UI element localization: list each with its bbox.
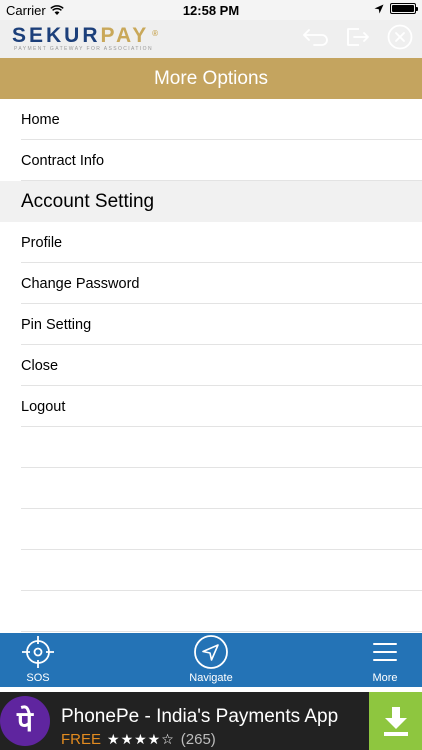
empty-list-row	[0, 509, 422, 550]
phonepe-logo-glyph: पे	[17, 706, 33, 737]
tab-label: More	[372, 672, 398, 684]
menu-item-profile[interactable]: Profile	[0, 222, 422, 263]
section-header-label: Account Setting	[21, 190, 155, 212]
status-time: 12:58 PM	[182, 3, 240, 18]
section-header-account-setting: Account Setting	[0, 181, 422, 222]
battery-icon	[390, 3, 418, 14]
tab-navigate[interactable]: Navigate	[178, 633, 244, 687]
registered-mark: ®	[152, 29, 161, 38]
page-title: More Options	[153, 67, 269, 89]
location-arrow-icon	[374, 4, 384, 13]
menu-item-label: Change Password	[21, 275, 140, 292]
menu-item-label: Home	[21, 111, 60, 128]
battery-fill	[392, 5, 414, 12]
menu-item-label: Logout	[21, 398, 66, 415]
hamburger-menu-icon	[373, 643, 397, 661]
options-menu: Home Contract Info Account Setting Profi…	[0, 99, 422, 632]
empty-list-row	[0, 550, 422, 591]
empty-list-row	[0, 591, 422, 632]
sekurpay-logo: SEKURPAY ® PAYMENT GATEWAY FOR ASSOCIATI…	[12, 24, 158, 53]
ad-rating-stars: ★★★★☆	[107, 731, 175, 747]
phonepe-logo: पे	[0, 696, 50, 746]
ad-meta: FREE ★★★★☆ (265)	[61, 731, 216, 748]
menu-item-label: Pin Setting	[21, 316, 92, 333]
app-header: SEKURPAY ® PAYMENT GATEWAY FOR ASSOCIATI…	[0, 20, 422, 58]
menu-item-home[interactable]: Home	[0, 99, 422, 140]
download-icon	[383, 707, 408, 736]
close-button[interactable]	[386, 23, 414, 51]
tab-label: Navigate	[189, 672, 233, 684]
menu-item-logout[interactable]: Logout	[0, 386, 422, 427]
tab-label: SOS	[26, 672, 50, 684]
tab-more[interactable]: More	[362, 633, 408, 687]
menu-item-contract-info[interactable]: Contract Info	[0, 140, 422, 181]
empty-list-row	[0, 468, 422, 509]
bottom-tab-bar: SOS Navigate More	[0, 633, 422, 687]
ad-title: PhonePe - India's Payments App	[61, 706, 339, 727]
status-bar: Carrier 12:58 PM	[0, 0, 422, 20]
menu-item-label: Profile	[21, 234, 63, 251]
logout-button[interactable]	[344, 23, 372, 51]
close-circle-icon	[387, 24, 413, 50]
menu-item-change-password[interactable]: Change Password	[0, 263, 422, 304]
menu-item-label: Contract Info	[21, 152, 105, 169]
ad-download-button[interactable]	[369, 692, 422, 750]
menu-item-pin-setting[interactable]: Pin Setting	[0, 304, 422, 345]
crosshair-icon	[22, 636, 54, 668]
ad-price: FREE	[61, 731, 102, 748]
menu-item-label: Close	[21, 357, 59, 374]
ad-review-count: (265)	[180, 731, 216, 748]
back-button[interactable]	[302, 23, 330, 51]
navigation-arrow-icon	[194, 635, 228, 669]
tab-sos[interactable]: SOS	[17, 633, 59, 687]
logo-wordmark: SEKURPAY ®	[12, 24, 158, 47]
logo-wordmark-part1: SEKUR	[12, 24, 101, 47]
back-arrow-icon	[303, 29, 328, 46]
logo-wordmark-part2: PAY	[100, 24, 150, 47]
title-bar: More Options	[0, 58, 422, 99]
empty-list-row	[0, 427, 422, 468]
menu-item-close[interactable]: Close	[0, 345, 422, 386]
ad-banner[interactable]: पे PhonePe - India's Payments App FREE ★…	[0, 692, 422, 750]
logout-icon	[347, 28, 369, 46]
